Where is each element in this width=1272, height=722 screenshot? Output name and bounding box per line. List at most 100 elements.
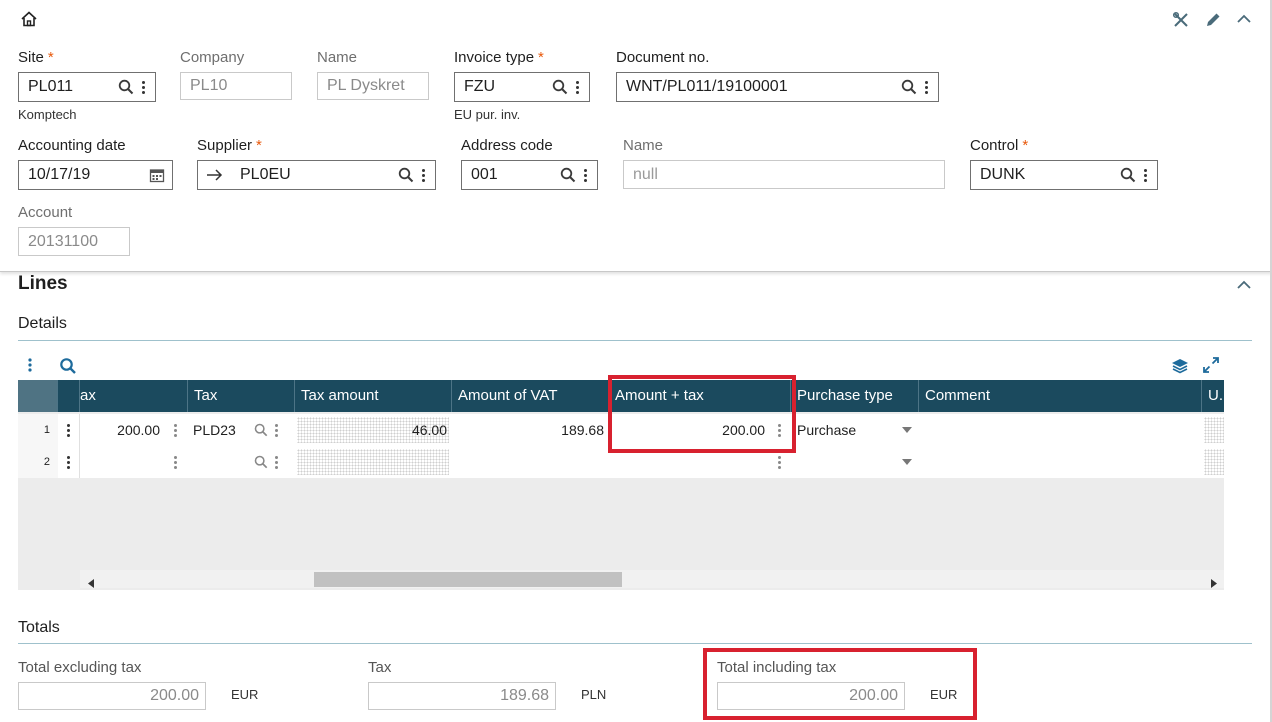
- company-value: PL10: [190, 77, 228, 94]
- kebab-menu-icon[interactable]: [275, 414, 287, 446]
- tax-cell[interactable]: PLD23: [193, 414, 253, 446]
- site-label: Site *: [18, 49, 54, 66]
- kebab-menu-icon[interactable]: [174, 414, 186, 446]
- grid-row-menu-header: [58, 380, 80, 412]
- total-incl-currency: EUR: [930, 687, 958, 702]
- table-row[interactable]: 2: [18, 446, 1224, 478]
- invoice-type-description: EU pur. inv.: [454, 107, 521, 122]
- readonly-bg: [1204, 449, 1224, 475]
- invoice-type-field[interactable]: FZU: [454, 72, 590, 102]
- row-menu-icon[interactable]: [58, 414, 80, 446]
- total-incl-label: Total including tax: [717, 659, 837, 676]
- kebab-menu-icon[interactable]: [571, 80, 583, 94]
- invoice-type-label: Invoice type *: [454, 49, 544, 66]
- name-value: PL Dyskret: [327, 77, 405, 94]
- name2-placeholder: null: [633, 165, 658, 183]
- grid-corner[interactable]: [18, 380, 58, 412]
- supplier-value: PL0EU: [240, 166, 291, 183]
- column-header[interactable]: Tax amount: [295, 380, 452, 412]
- search-icon[interactable]: [395, 167, 417, 183]
- scroll-left-icon[interactable]: [88, 575, 94, 593]
- grid-menu-icon[interactable]: [26, 357, 34, 378]
- column-header[interactable]: ax: [80, 380, 188, 412]
- kebab-menu-icon[interactable]: [920, 80, 932, 94]
- lines-title: Lines: [18, 273, 68, 294]
- column-header[interactable]: Comment: [919, 380, 1202, 412]
- kebab-menu-icon[interactable]: [778, 446, 788, 478]
- document-no-value: WNT/PL011/19100001: [626, 78, 788, 95]
- column-header[interactable]: Purchase type: [791, 380, 919, 412]
- name2-label: Name: [623, 137, 664, 154]
- expand-icon[interactable]: [1202, 356, 1220, 379]
- accounting-date-field[interactable]: 10/17/19: [18, 160, 173, 190]
- search-icon[interactable]: [254, 414, 270, 446]
- document-no-field[interactable]: WNT/PL011/19100001: [616, 72, 939, 102]
- account-label: Account: [18, 204, 73, 221]
- calendar-icon[interactable]: [146, 167, 168, 183]
- search-icon[interactable]: [549, 79, 571, 95]
- column-header[interactable]: Amount of VAT: [452, 380, 609, 412]
- account-value: 20131100: [28, 232, 98, 250]
- search-icon[interactable]: [1117, 167, 1139, 183]
- kebab-menu-icon[interactable]: [417, 168, 429, 182]
- control-value: DUNK: [980, 166, 1026, 183]
- arrow-right-icon[interactable]: [198, 168, 230, 182]
- total-tax-currency: PLN: [581, 687, 607, 702]
- lines-grid: ax Tax Tax amount Amount of VAT Amount +…: [18, 380, 1224, 590]
- search-icon[interactable]: [557, 167, 579, 183]
- grid-search-icon[interactable]: [59, 357, 77, 380]
- total-excl-label: Total excluding tax: [18, 659, 142, 676]
- address-code-field[interactable]: 001: [461, 160, 598, 190]
- row-menu-icon[interactable]: [58, 446, 80, 478]
- total-tax-field: 189.68: [368, 682, 556, 710]
- row-number: 1: [18, 414, 58, 446]
- collapse-header-icon[interactable]: [1236, 12, 1252, 31]
- address-code-label: Address code: [461, 137, 553, 154]
- collapse-lines-icon[interactable]: [1236, 278, 1252, 297]
- dropdown-arrow-icon[interactable]: [902, 414, 914, 446]
- totals-rule: [18, 643, 1252, 644]
- invoice-type-value: FZU: [464, 78, 496, 95]
- header-panel: Site * PL011 Komptech Company PL10 Name P…: [0, 0, 1272, 272]
- kebab-menu-icon[interactable]: [137, 80, 149, 94]
- edit-icon[interactable]: [1204, 11, 1222, 34]
- total-excl-field: 200.00: [18, 682, 206, 710]
- document-no-label: Document no.: [616, 49, 710, 66]
- table-row[interactable]: 1 200.00 PLD23 46.00 189.68 200.00 Purch…: [18, 414, 1224, 446]
- tax-amount-cell: 46.00: [411, 422, 447, 438]
- tools-icon[interactable]: [1172, 11, 1190, 34]
- total-excl-currency: EUR: [231, 687, 259, 702]
- grid-header: ax Tax Tax amount Amount of VAT Amount +…: [18, 380, 1224, 412]
- dropdown-arrow-icon[interactable]: [902, 446, 914, 478]
- column-header[interactable]: Amount + tax: [609, 380, 791, 412]
- horizontal-scrollbar[interactable]: [80, 570, 1224, 588]
- supplier-field[interactable]: PL0EU: [197, 160, 436, 190]
- name-label: Name: [317, 49, 358, 66]
- accounting-date-value: 10/17/19: [28, 166, 91, 183]
- site-field[interactable]: PL011: [18, 72, 156, 102]
- amount-cell[interactable]: 200.00: [80, 414, 160, 446]
- details-rule: [18, 340, 1252, 341]
- kebab-menu-icon[interactable]: [174, 446, 186, 478]
- purchase-type-cell[interactable]: Purchase: [797, 414, 887, 446]
- home-icon[interactable]: [20, 10, 38, 33]
- search-icon[interactable]: [898, 79, 920, 95]
- column-header[interactable]: Tax: [188, 380, 295, 412]
- amount-tax-cell[interactable]: 200.00: [609, 414, 765, 446]
- accounting-date-label: Accounting date: [18, 137, 126, 154]
- details-title: Details: [18, 315, 67, 332]
- search-icon[interactable]: [254, 446, 270, 478]
- scroll-right-icon[interactable]: [1211, 575, 1217, 593]
- kebab-menu-icon[interactable]: [778, 414, 788, 446]
- vat-amount-cell[interactable]: 189.68: [452, 414, 604, 446]
- kebab-menu-icon[interactable]: [579, 168, 591, 182]
- kebab-menu-icon[interactable]: [1139, 168, 1151, 182]
- kebab-menu-icon[interactable]: [275, 446, 287, 478]
- search-icon[interactable]: [115, 79, 137, 95]
- column-header[interactable]: U...: [1202, 380, 1224, 412]
- site-description: Komptech: [18, 107, 77, 122]
- control-field[interactable]: DUNK: [970, 160, 1158, 190]
- scrollbar-thumb[interactable]: [314, 572, 622, 587]
- layers-icon[interactable]: [1171, 357, 1189, 380]
- tax-amount-readonly-bg: [297, 449, 449, 475]
